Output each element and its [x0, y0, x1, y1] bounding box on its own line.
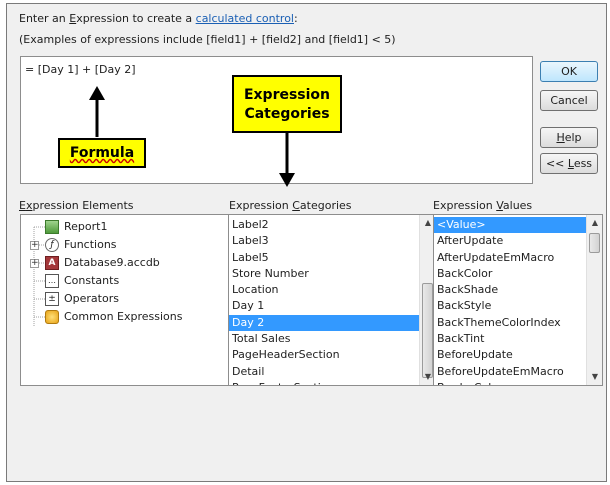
- value-list-item[interactable]: AfterUpdateEmMacro: [434, 250, 586, 266]
- value-list-item[interactable]: BackStyle: [434, 298, 586, 314]
- category-list-item[interactable]: Label2: [229, 217, 419, 233]
- formula-arrow-head: [89, 86, 105, 100]
- expression-categories-label: Expression Categories: [229, 199, 352, 212]
- tree-item-database[interactable]: A Database9.accdb: [45, 254, 160, 272]
- common-expressions-icon: [45, 310, 59, 324]
- tree-item-operators[interactable]: ± Operators: [45, 290, 119, 308]
- expression-values-label: Expression Values: [433, 199, 533, 212]
- functions-expand-toggle[interactable]: +: [30, 241, 39, 250]
- value-list-item[interactable]: AfterUpdate: [434, 233, 586, 249]
- value-list-item[interactable]: BeforeUpdate: [434, 347, 586, 363]
- tree-item-functions[interactable]: ƒ Functions: [45, 236, 117, 254]
- functions-icon: ƒ: [45, 238, 59, 252]
- category-list-item[interactable]: Day 1: [229, 298, 419, 314]
- category-list-item[interactable]: Label5: [229, 250, 419, 266]
- values-items: <Value> AfterUpdate AfterUpdateEmMacro Back…: [434, 217, 586, 385]
- cancel-button[interactable]: Cancel: [540, 90, 598, 111]
- constants-icon: …: [45, 274, 59, 288]
- ok-button[interactable]: OK: [540, 61, 598, 82]
- categories-arrow-head: [279, 173, 295, 187]
- value-list-item[interactable]: BackShade: [434, 282, 586, 298]
- expression-elements-label: Expression Elements: [19, 199, 134, 212]
- category-list-item[interactable]: Store Number: [229, 266, 419, 282]
- categories-items: Label2 Label3 Label5 Store Number Location Da…: [229, 217, 419, 385]
- report-icon: [45, 220, 59, 234]
- formula-callout: Formula: [58, 138, 146, 168]
- value-list-item[interactable]: BeforeUpdateEmMacro: [434, 364, 586, 380]
- database-icon: A: [45, 256, 59, 270]
- tree-item-constants[interactable]: … Constants: [45, 272, 119, 290]
- values-scrollbar[interactable]: ▲ ▼: [586, 215, 602, 385]
- category-list-item[interactable]: Label3: [229, 233, 419, 249]
- value-list-item[interactable]: BackTint: [434, 331, 586, 347]
- expression-elements-tree[interactable]: + + Report1 ƒ Functions A Database9.accd…: [20, 214, 229, 386]
- tree-item-report1[interactable]: Report1: [45, 218, 107, 236]
- category-list-item[interactable]: Detail: [229, 364, 419, 380]
- category-list-item[interactable]: Total Sales: [229, 331, 419, 347]
- scroll-up-icon[interactable]: ▲: [587, 215, 602, 231]
- category-list-item[interactable]: PageFooterSection: [229, 380, 419, 385]
- categories-scroll-thumb[interactable]: [422, 283, 433, 378]
- value-list-item[interactable]: BackThemeColorIndex: [434, 315, 586, 331]
- value-list-item[interactable]: <Value>: [434, 217, 586, 234]
- database-expand-toggle[interactable]: +: [30, 259, 39, 268]
- category-list-item[interactable]: PageHeaderSection: [229, 347, 419, 363]
- value-list-item[interactable]: BackColor: [434, 266, 586, 282]
- expression-builder-dialog: Enter an Expression to create a calculat…: [6, 3, 607, 482]
- category-list-item[interactable]: Location: [229, 282, 419, 298]
- scroll-down-icon[interactable]: ▼: [587, 369, 602, 385]
- expression-categories-list[interactable]: Label2 Label3 Label5 Store Number Location Da…: [228, 214, 436, 386]
- expression-values-list[interactable]: <Value> AfterUpdate AfterUpdateEmMacro Back…: [433, 214, 603, 386]
- values-scroll-thumb[interactable]: [589, 233, 600, 253]
- tree-item-common-expressions[interactable]: Common Expressions: [45, 308, 182, 326]
- less-button[interactable]: << Less: [540, 153, 598, 174]
- value-list-item[interactable]: BorderColor: [434, 380, 586, 385]
- help-button[interactable]: Help: [540, 127, 598, 148]
- expression-categories-callout: Expression Categories: [232, 75, 342, 133]
- category-list-item[interactable]: Day 2: [229, 314, 419, 332]
- operators-icon: ±: [45, 292, 59, 306]
